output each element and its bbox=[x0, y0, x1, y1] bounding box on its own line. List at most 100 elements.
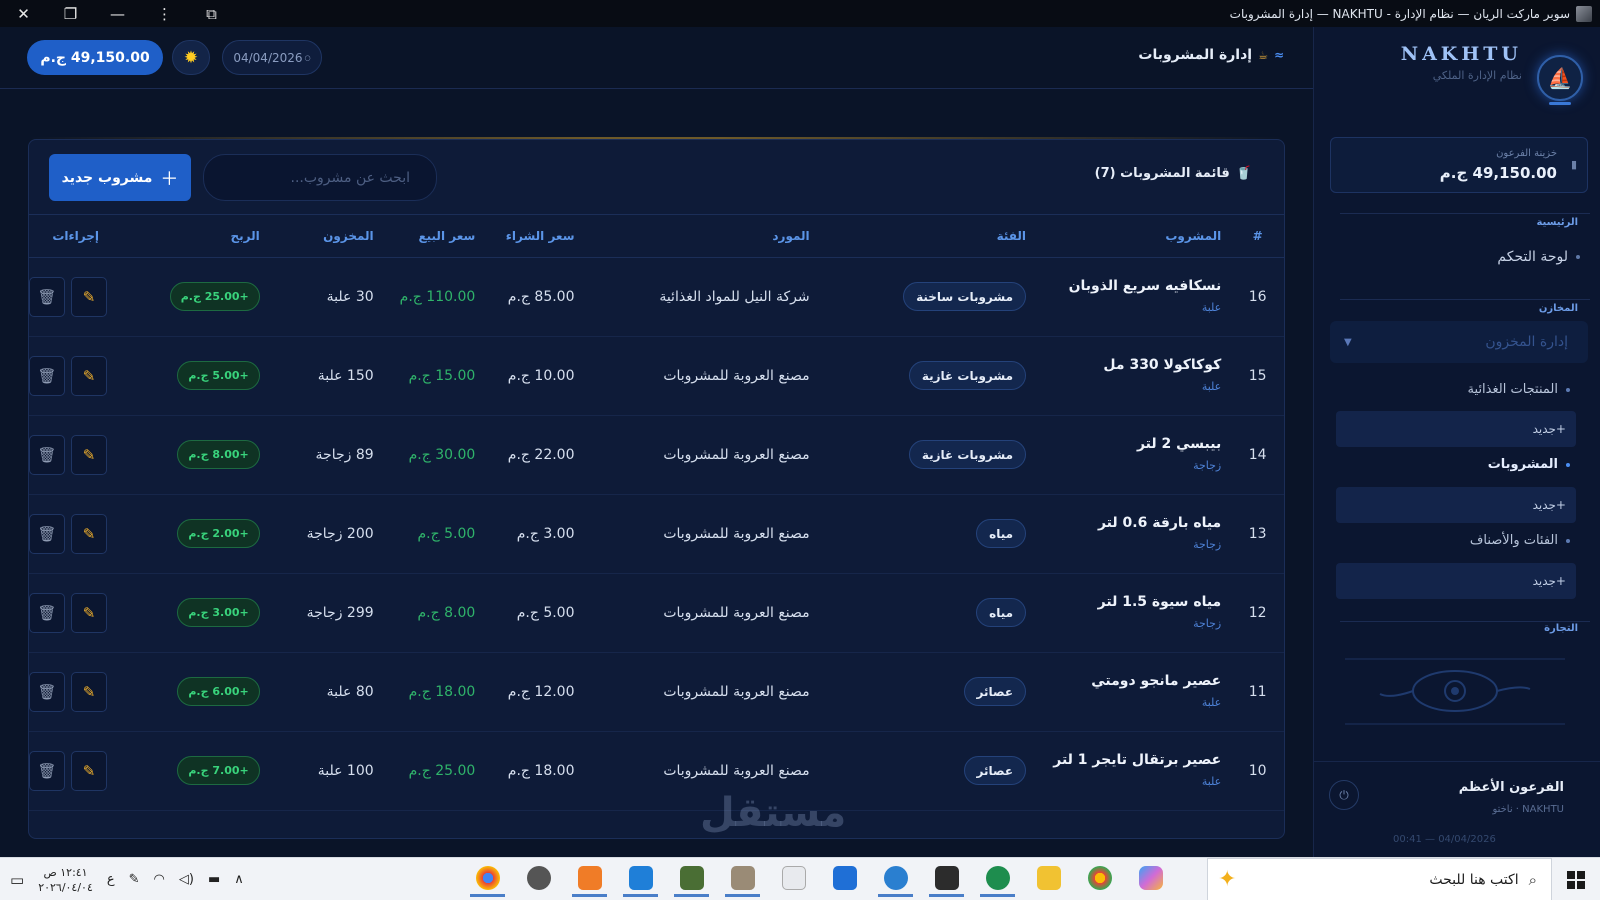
table-row: 13 مياه بارقة 0.6 لتر زجاجة مياه مصنع العروب… bbox=[29, 494, 1284, 573]
new-beverage-button[interactable]: +جديد bbox=[1336, 487, 1576, 523]
add-beverage-button[interactable]: ＋ مشروب جديد bbox=[49, 154, 191, 201]
sidebar-group-inventory[interactable]: إدارة المخزون ▼ bbox=[1330, 321, 1588, 363]
sidebar-item-dashboard[interactable]: لوحة التحكم bbox=[1497, 249, 1580, 265]
supplier-cell: مصنع العروبة للمشروبات bbox=[663, 525, 810, 542]
category-cell: عصائر bbox=[810, 652, 1027, 731]
media-player-app-icon[interactable] bbox=[827, 862, 862, 897]
category-cell: مشروبات ساخنة bbox=[810, 257, 1027, 336]
sidebar-item-food-products[interactable]: المنتجات الغذائية bbox=[1468, 382, 1570, 397]
pen-icon[interactable]: ✎ bbox=[129, 872, 140, 887]
row-number: 15 bbox=[1248, 367, 1267, 384]
edit-button[interactable]: ✎ bbox=[71, 513, 107, 554]
edit-button[interactable]: ✎ bbox=[71, 434, 107, 475]
search-icon: ⌕ bbox=[1528, 870, 1537, 889]
stock-cell: 30 علبة bbox=[326, 288, 374, 305]
header-num: # bbox=[1231, 215, 1284, 258]
row-actions: 🗑 ✎ bbox=[29, 434, 107, 475]
brand-subtitle: نظام الإدارة الملكي bbox=[1432, 69, 1522, 82]
windows-start-icon[interactable] bbox=[1552, 858, 1600, 900]
product-name: بيبسي 2 لتر bbox=[1136, 436, 1222, 452]
delete-button[interactable]: 🗑 bbox=[29, 750, 65, 791]
chrome-app-icon[interactable] bbox=[470, 862, 505, 897]
battery-icon[interactable]: ▬ bbox=[208, 872, 220, 887]
trash-icon: 🗑 bbox=[37, 366, 57, 385]
treasury-label: خزينة الفرعون bbox=[1496, 148, 1557, 159]
edit-button[interactable]: ✎ bbox=[71, 355, 107, 396]
profit-badge: +2.00 ج.م bbox=[177, 519, 260, 548]
edit-button[interactable]: ✎ bbox=[71, 592, 107, 633]
trash-icon: 🗑 bbox=[37, 524, 57, 543]
row-actions: 🗑 ✎ bbox=[29, 513, 107, 554]
language-indicator[interactable]: ع bbox=[107, 872, 115, 887]
sidebar-item-categories[interactable]: الفئات والأصناف bbox=[1470, 533, 1570, 548]
edit-button[interactable]: ✎ bbox=[71, 671, 107, 712]
actions-cell: 🗑 ✎ bbox=[29, 257, 157, 336]
app-a-icon[interactable] bbox=[929, 862, 964, 897]
edit-button[interactable]: ✎ bbox=[71, 276, 107, 317]
volume-icon[interactable]: ◁) bbox=[179, 872, 194, 887]
new-category-button[interactable]: +جديد bbox=[1336, 563, 1576, 599]
list-title: 🥤 قائمة المشروبات (7) bbox=[1094, 166, 1252, 181]
supplier-cell: شركة النيل للمواد الغذائية bbox=[659, 288, 810, 305]
wifi-icon[interactable]: ◠ bbox=[154, 872, 165, 887]
file-explorer-app-icon[interactable] bbox=[1031, 862, 1066, 897]
header-category: الفئة bbox=[809, 215, 1027, 258]
product-cell: عصير برتقال تايجر 1 لتر علبة bbox=[1026, 731, 1231, 810]
product-name: نسكافيه سريع الذوبان bbox=[1068, 278, 1222, 294]
new-food-product-button[interactable]: +جديد bbox=[1336, 411, 1576, 447]
stock-cell: 150 علبة bbox=[317, 367, 374, 384]
taskbar-search[interactable]: ⌕ اكتب هنا للبحث ✦ bbox=[1207, 858, 1552, 900]
delete-button[interactable]: 🗑 bbox=[29, 355, 65, 396]
chevron-down-icon: ▼ bbox=[1344, 336, 1352, 348]
product-cell: بيبسي 2 لتر زجاجة bbox=[1026, 415, 1231, 494]
profit-cell: +2.00 ج.م bbox=[157, 494, 260, 573]
edit-button[interactable]: ✎ bbox=[71, 750, 107, 791]
search-input[interactable]: ابحث عن مشروب... bbox=[203, 154, 437, 201]
table-row: 10 عصير برتقال تايجر 1 لتر علبة عصائر مصنع ا… bbox=[29, 731, 1284, 810]
photo-app-icon[interactable] bbox=[674, 862, 709, 897]
more-menu-icon[interactable]: ⋮ bbox=[141, 0, 188, 27]
clock[interactable]: ١٢:٤١ ص ٢٠٢٦/٠٤/٠٤ bbox=[38, 865, 93, 895]
chevron-up-icon[interactable]: ∧ bbox=[234, 872, 244, 887]
vscode-app-icon[interactable] bbox=[623, 862, 658, 897]
product-unit: زجاجة bbox=[1193, 617, 1222, 630]
notification-icon[interactable]: ▭ bbox=[10, 871, 24, 889]
minimize-icon[interactable]: — bbox=[94, 0, 141, 27]
user-timestamp: 04/04/2026 — 00:41 bbox=[1393, 834, 1496, 845]
calculator-app-icon[interactable] bbox=[776, 862, 811, 897]
settings-app-icon[interactable] bbox=[521, 862, 556, 897]
edge-app-icon[interactable] bbox=[878, 862, 913, 897]
pencil-icon: ✎ bbox=[82, 603, 96, 622]
delete-button[interactable]: 🗑 bbox=[29, 671, 65, 712]
row-number: 10 bbox=[1248, 762, 1267, 779]
image-app-icon[interactable] bbox=[725, 862, 760, 897]
copilot-app-icon[interactable] bbox=[1133, 862, 1168, 897]
category-badge: عصائر bbox=[963, 756, 1027, 785]
sell-price-cell: 18.00 ج.م bbox=[408, 683, 476, 700]
delete-button[interactable]: 🗑 bbox=[29, 513, 65, 554]
table-row: 14 بيبسي 2 لتر زجاجة مشروبات غازية مصنع العر… bbox=[29, 415, 1284, 494]
header-actions: إجراءات bbox=[29, 215, 157, 258]
actions-cell: 🗑 ✎ bbox=[29, 415, 157, 494]
sell-price-cell: 25.00 ج.م bbox=[408, 762, 476, 779]
delete-button[interactable]: 🗑 bbox=[29, 592, 65, 633]
extension-icon[interactable]: ⧉ bbox=[188, 0, 235, 27]
logout-icon[interactable]: ⏻ bbox=[1329, 780, 1359, 810]
close-icon[interactable]: ✕ bbox=[0, 0, 47, 27]
sun-icon[interactable]: ✹ bbox=[172, 40, 210, 75]
window-controls: ✕ ❐ — ⋮ ⧉ bbox=[0, 0, 235, 27]
divider bbox=[1340, 621, 1590, 622]
category-badge: مشروبات غازية bbox=[908, 361, 1027, 390]
delete-button[interactable]: 🗑 bbox=[29, 434, 65, 475]
header-supplier: المورد bbox=[574, 215, 810, 258]
chrome-2-app-icon[interactable] bbox=[1082, 862, 1117, 897]
app-b-icon[interactable] bbox=[980, 862, 1015, 897]
logo-icon: ⛵ bbox=[1537, 55, 1583, 105]
delete-button[interactable]: 🗑 bbox=[29, 276, 65, 317]
sidebar-item-beverages[interactable]: المشروبات bbox=[1488, 457, 1570, 472]
user-name: الفرعون الأعظم bbox=[1458, 780, 1564, 795]
restore-icon[interactable]: ❐ bbox=[47, 0, 94, 27]
xampp-app-icon[interactable] bbox=[572, 862, 607, 897]
header-name: المشروب bbox=[1026, 215, 1232, 258]
product-name: مياه بارقة 0.6 لتر bbox=[1097, 515, 1222, 531]
